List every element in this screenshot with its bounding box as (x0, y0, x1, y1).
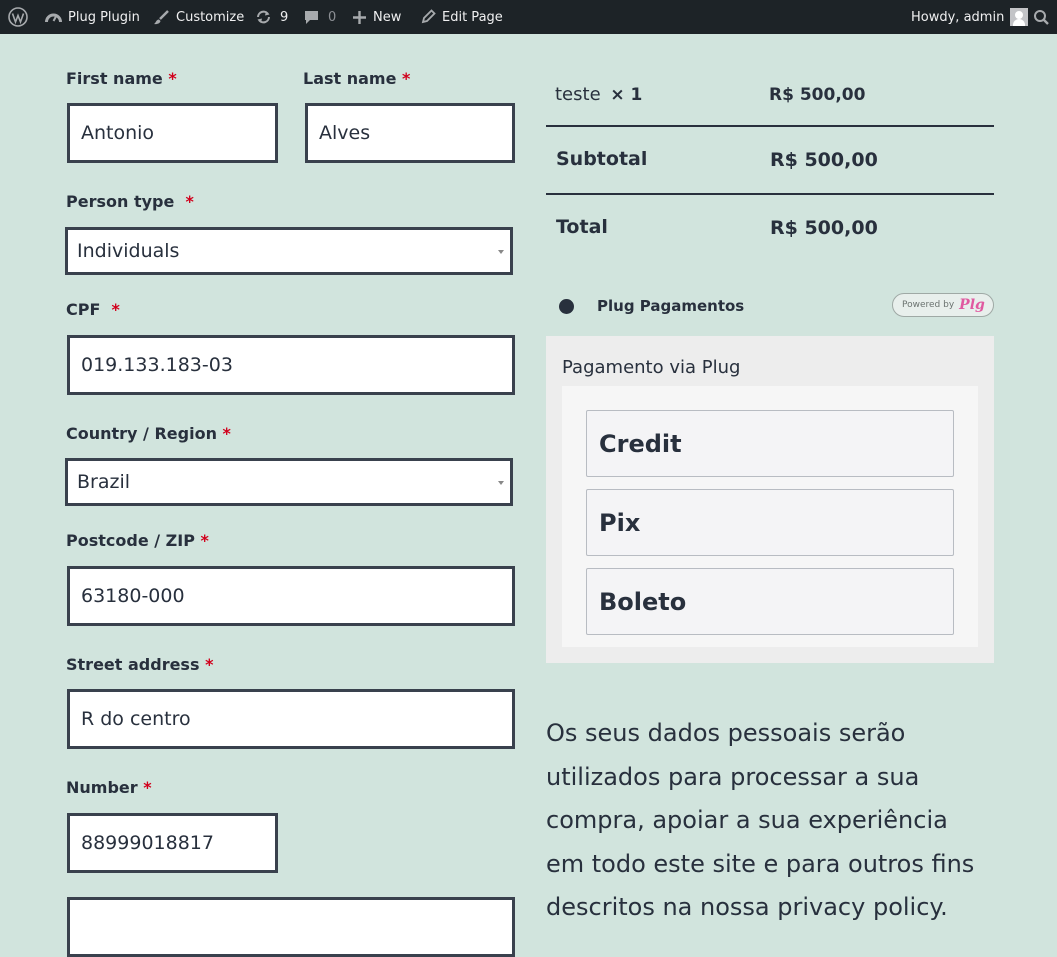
number-label-text: Number (66, 778, 138, 797)
payment-method-label[interactable]: Plug Pagamentos (597, 297, 744, 315)
site-name-label: Plug Plugin (68, 9, 140, 25)
required-mark: * (200, 531, 209, 550)
postcode-label: Postcode / ZIP * (66, 531, 209, 550)
powered-by-badge: Powered by Plg (892, 293, 994, 317)
new-label: New (373, 9, 402, 25)
admin-bar-edit-page[interactable]: Edit Page (420, 0, 503, 34)
person-type-label-text: Person type (66, 192, 175, 211)
country-select[interactable]: Brazil (65, 458, 513, 506)
last-name-label: Last name * (303, 69, 410, 88)
street-address-field[interactable]: R do centro (67, 689, 515, 749)
updates-icon (255, 9, 272, 25)
order-item-qty: × 1 (610, 85, 643, 105)
required-mark: * (205, 655, 214, 674)
plug-logo: Plg (959, 297, 985, 313)
privacy-notice: Os seus dados pessoais serão utilizados … (546, 719, 975, 921)
chevron-down-icon (498, 250, 504, 254)
payment-box-title: Pagamento via Plug (562, 357, 741, 378)
howdy-label: Howdy, admin (911, 9, 1005, 25)
first-name-label-text: First name (66, 69, 163, 88)
required-mark: * (402, 69, 411, 88)
required-mark: * (222, 424, 231, 443)
chevron-down-icon (498, 481, 504, 485)
pencil-icon (420, 9, 436, 25)
first-name-label: First name * (66, 69, 177, 88)
street-address-label: Street address * (66, 655, 213, 674)
credit-option-button[interactable]: Credit (586, 410, 954, 477)
avatar (1010, 8, 1029, 26)
person-type-value: Individuals (77, 240, 180, 262)
next-field[interactable] (67, 897, 515, 957)
dashboard-icon (45, 10, 62, 25)
order-item-name: teste (555, 84, 601, 105)
divider (546, 193, 994, 195)
person-type-select[interactable]: Individuals (65, 227, 513, 275)
required-mark: * (185, 192, 194, 211)
last-name-field[interactable]: Alves (305, 103, 515, 163)
comment-icon (303, 9, 320, 25)
admin-bar: Plug Plugin Customize 9 0 New Edit Page … (0, 0, 1057, 34)
boleto-option-button[interactable]: Boleto (586, 568, 954, 635)
admin-bar-account[interactable]: Howdy, admin (911, 0, 1029, 34)
subtotal-value: R$ 500,00 (770, 149, 878, 171)
required-mark: * (168, 69, 177, 88)
subtotal-label: Subtotal (556, 148, 648, 170)
order-item-price: R$ 500,00 (769, 85, 866, 105)
first-name-field[interactable]: Antonio (67, 103, 278, 163)
total-value: R$ 500,00 (770, 217, 878, 239)
pix-option-button[interactable]: Pix (586, 489, 954, 556)
admin-bar-updates[interactable]: 9 (255, 0, 288, 34)
admin-bar-search[interactable] (1033, 0, 1050, 34)
powered-by-text: Powered by (902, 300, 955, 310)
cpf-label-text: CPF (66, 300, 101, 319)
admin-bar-customize[interactable]: Customize (153, 0, 244, 34)
person-type-label: Person type * (66, 192, 194, 211)
required-mark: * (143, 778, 152, 797)
comments-count: 0 (328, 9, 337, 25)
cpf-label: CPF * (66, 300, 120, 319)
wordpress-logo-icon[interactable] (8, 0, 28, 34)
search-icon (1033, 9, 1050, 26)
number-field[interactable]: 88999018817 (67, 813, 278, 873)
required-mark: * (111, 300, 120, 319)
admin-bar-new[interactable]: New (352, 0, 401, 34)
admin-bar-comments[interactable]: 0 (303, 0, 336, 34)
street-address-label-text: Street address (66, 655, 200, 674)
admin-bar-site-name[interactable]: Plug Plugin (45, 0, 140, 34)
number-label: Number * (66, 778, 152, 797)
total-label: Total (556, 216, 608, 238)
country-label-text: Country / Region (66, 424, 217, 443)
order-item: teste × 1 (555, 84, 642, 105)
edit-page-label: Edit Page (442, 9, 503, 25)
cpf-field[interactable]: 019.133.183-03 (67, 335, 515, 395)
country-value: Brazil (77, 471, 131, 493)
divider (546, 125, 994, 127)
updates-count: 9 (280, 9, 289, 25)
payment-method-radio[interactable] (559, 299, 574, 314)
customize-label: Customize (176, 9, 245, 25)
paintbrush-icon (153, 9, 170, 26)
last-name-label-text: Last name (303, 69, 397, 88)
country-label: Country / Region * (66, 424, 231, 443)
postcode-label-text: Postcode / ZIP (66, 531, 195, 550)
postcode-field[interactable]: 63180-000 (67, 566, 515, 626)
plus-icon (352, 10, 367, 25)
